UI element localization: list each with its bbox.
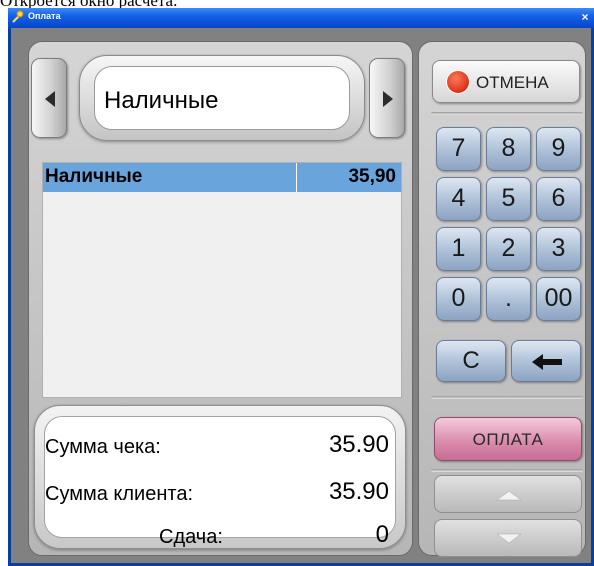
key-3[interactable]: 3	[536, 227, 581, 271]
divider	[431, 469, 583, 472]
key-label: 1	[451, 234, 466, 262]
key-decimal[interactable]: .	[486, 277, 531, 321]
key-label: 00	[544, 284, 573, 312]
pay-button-label: ОПЛАТА	[472, 430, 544, 449]
close-icon[interactable]: ×	[577, 9, 593, 25]
key-label: 0	[451, 284, 466, 312]
triangle-up-icon	[496, 490, 522, 501]
key-label: 9	[551, 134, 566, 162]
pay-button[interactable]: ОПЛАТА	[434, 417, 582, 461]
prev-method-button[interactable]	[31, 58, 67, 138]
key-label: 5	[501, 184, 516, 212]
divider	[431, 396, 583, 399]
key-label: 3	[551, 234, 566, 262]
check-sum-label: Сумма чека:	[45, 436, 161, 458]
payment-method-display: Наличные	[79, 55, 365, 141]
column-divider	[296, 163, 297, 192]
check-sum-value: 35.90	[328, 431, 389, 458]
key-label: .	[505, 284, 512, 312]
key-0[interactable]: 0	[436, 277, 481, 321]
payments-list: Наличные 35,90	[42, 162, 402, 398]
title-bar: Оплата ×	[8, 8, 594, 28]
key-5[interactable]: 5	[486, 177, 531, 221]
cancel-button[interactable]: ОТМЕНА	[432, 60, 580, 103]
clear-button[interactable]: C	[436, 340, 506, 382]
payment-row-amount: 35,90	[348, 166, 396, 187]
key-6[interactable]: 6	[536, 177, 581, 221]
triangle-right-icon	[383, 91, 393, 107]
client-sum-value: 35.90	[328, 478, 389, 505]
window-content: Наличные Наличные 35,90 Сумма чека: 35.9…	[11, 28, 591, 563]
payment-method-field: Наличные	[94, 66, 350, 130]
triangle-left-icon	[45, 91, 55, 107]
key-2[interactable]: 2	[486, 227, 531, 271]
change-label: Сдача:	[159, 526, 223, 548]
payment-row[interactable]: Наличные 35,90	[43, 163, 401, 192]
key-label: 4	[451, 184, 466, 212]
key-label: 8	[501, 134, 516, 162]
arrow-left-icon	[532, 354, 562, 370]
key-9[interactable]: 9	[536, 127, 581, 171]
key-4[interactable]: 4	[436, 177, 481, 221]
client-sum-label: Сумма клиента:	[45, 483, 193, 505]
scroll-down-button[interactable]	[434, 519, 582, 557]
key-label: 6	[551, 184, 566, 212]
payment-row-name: Наличные	[45, 166, 143, 187]
clear-button-label: C	[462, 347, 480, 374]
key-8[interactable]: 8	[486, 127, 531, 171]
change-value: 0	[375, 521, 389, 548]
app-icon	[12, 10, 24, 23]
key-1[interactable]: 1	[436, 227, 481, 271]
key-7[interactable]: 7	[436, 127, 481, 171]
key-00[interactable]: 00	[536, 277, 581, 321]
cancel-button-label: ОТМЕНА	[476, 73, 549, 92]
payment-method-label: Наличные	[104, 87, 219, 114]
payment-window: Оплата × Наличные Наличные 35,90 Сумма ч…	[8, 8, 594, 566]
backspace-button[interactable]	[511, 340, 581, 382]
window-title: Оплата	[28, 11, 61, 21]
key-label: 2	[501, 234, 516, 262]
divider	[431, 112, 583, 115]
triangle-down-icon	[496, 533, 522, 544]
scroll-up-button[interactable]	[434, 475, 582, 513]
next-method-button[interactable]	[369, 58, 405, 138]
summary-field: Сумма чека: 35.90 Сумма клиента: 35.90 С…	[44, 416, 396, 548]
summary-panel: Сумма чека: 35.90 Сумма клиента: 35.90 С…	[34, 405, 406, 549]
key-label: 7	[451, 134, 466, 162]
stop-hand-icon	[446, 70, 470, 94]
